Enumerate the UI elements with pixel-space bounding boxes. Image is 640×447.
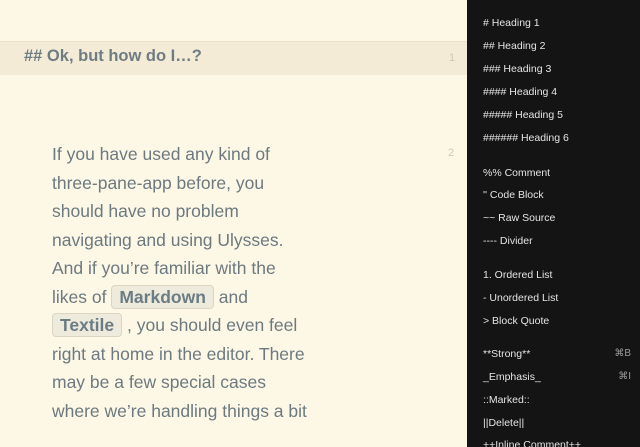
markup-item-heading-4[interactable]: #### Heading 4: [483, 83, 631, 101]
markup-label: %% Comment: [483, 167, 551, 179]
markup-item-inline-comment[interactable]: ++Inline Comment++: [483, 436, 631, 447]
text-line: Textile , you should even feel: [52, 311, 382, 340]
text-line: where we’re handling things a bit: [52, 400, 307, 421]
markup-item-heading-5[interactable]: ##### Heading 5: [483, 106, 631, 124]
markup-item-comment[interactable]: %% Comment: [483, 164, 631, 182]
markup-cheat-sheet: # Heading 1 ## Heading 2 ### Heading 3 #…: [467, 0, 640, 447]
text-line: should have no problem: [52, 201, 239, 221]
markup-item-unordered-list[interactable]: - Unordered List: [483, 289, 631, 307]
markup-item-emphasis[interactable]: _Emphasis_ ⌘I: [483, 368, 631, 386]
markup-item-heading-2[interactable]: ## Heading 2: [483, 37, 631, 55]
markup-item-delete[interactable]: ||Delete||: [483, 414, 631, 432]
shortcut-label: ⌘I: [618, 371, 631, 382]
markup-item-block-quote[interactable]: > Block Quote: [483, 312, 631, 330]
markup-item-heading-6[interactable]: ###### Heading 6: [483, 129, 631, 147]
text-line: navigating and using Ulysses.: [52, 229, 284, 250]
markup-item-heading-1[interactable]: # Heading 1: [483, 14, 631, 32]
line-number: 1: [449, 52, 456, 64]
markup-label: ### Heading 3: [483, 63, 552, 75]
markup-label: ++Inline Comment++: [483, 439, 582, 447]
text-line: right at home in the editor. There: [52, 343, 305, 364]
markup-item-heading-3[interactable]: ### Heading 3: [483, 60, 631, 78]
markup-label: '' Code Block: [483, 189, 544, 201]
markup-item-strong[interactable]: **Strong** ⌘B: [483, 345, 631, 363]
text-line: likes of Markdown and: [52, 283, 382, 312]
text-line: may be a few special cases: [52, 372, 266, 392]
markup-item-ordered-list[interactable]: 1. Ordered List: [483, 266, 631, 284]
markup-label: ###### Heading 6: [483, 132, 569, 144]
text-line: And if you’re familiar with the: [52, 258, 276, 278]
markup-label: **Strong**: [483, 348, 531, 360]
markup-label: _Emphasis_: [483, 371, 541, 383]
markup-item-code-block[interactable]: '' Code Block: [483, 186, 631, 204]
text-fragment: and: [218, 286, 248, 307]
editor-pane[interactable]: ## Ok, but how do I…? 1 2 If you have us…: [0, 0, 467, 447]
markup-label: > Block Quote: [483, 315, 550, 327]
textile-tag[interactable]: Textile: [52, 313, 123, 337]
markup-label: ||Delete||: [483, 417, 525, 429]
markup-label: ---- Divider: [483, 235, 533, 247]
markup-item-raw-source[interactable]: ~~ Raw Source: [483, 209, 631, 227]
markup-label: 1. Ordered List: [483, 269, 553, 281]
markup-item-marked[interactable]: ::Marked::: [483, 391, 631, 409]
heading-line[interactable]: ## Ok, but how do I…?: [24, 47, 202, 66]
markup-label: ~~ Raw Source: [483, 212, 556, 224]
text-line: three-pane-app before, you: [52, 172, 265, 193]
markup-item-divider[interactable]: ---- Divider: [483, 232, 631, 250]
markdown-tag[interactable]: Markdown: [111, 284, 214, 309]
shortcut-label: ⌘B: [614, 348, 631, 359]
markup-label: ::Marked::: [483, 394, 530, 406]
markup-label: # Heading 1: [483, 17, 540, 29]
markup-label: - Unordered List: [483, 292, 559, 304]
text-line: If you have used any kind of: [52, 144, 270, 164]
text-fragment: likes of: [52, 286, 107, 307]
markup-label: ## Heading 2: [483, 40, 546, 52]
text-fragment: , you should even feel: [127, 315, 298, 335]
markup-label: ##### Heading 5: [483, 109, 563, 121]
paragraph[interactable]: If you have used any kind of three-pane-…: [52, 140, 382, 425]
line-number: 2: [448, 147, 455, 159]
markup-label: #### Heading 4: [483, 86, 558, 98]
